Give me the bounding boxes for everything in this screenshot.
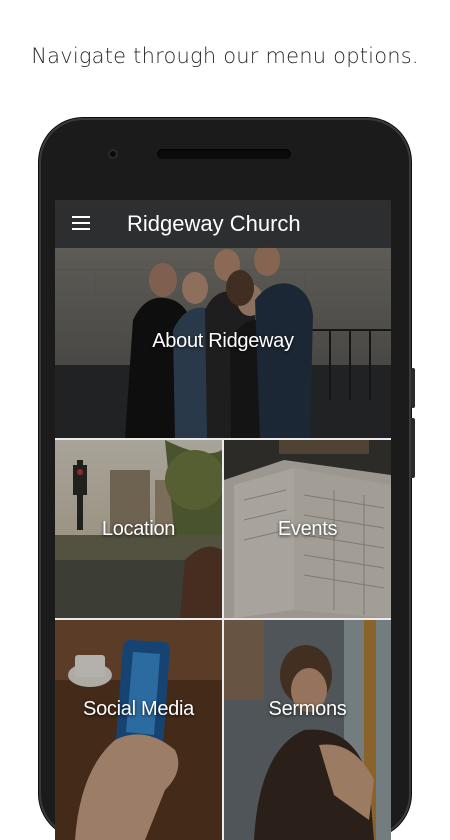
earpiece-speaker — [157, 149, 291, 159]
tile-location[interactable]: Location — [55, 440, 222, 618]
phone-power-button — [411, 418, 415, 478]
app-title: Ridgeway Church — [127, 211, 301, 236]
hamburger-menu-icon[interactable] — [70, 213, 94, 235]
hand-holding-phone-photo — [55, 620, 222, 840]
tile-sermons[interactable]: Sermons — [224, 620, 391, 840]
phone-volume-button — [411, 368, 415, 408]
app-bar: Ridgeway Church — [55, 200, 391, 248]
phone-frame: Ridgeway Church About Ridgeway Location … — [39, 118, 415, 840]
tile-events[interactable]: Events — [224, 440, 391, 618]
tile-social-media[interactable]: Social Media — [55, 620, 222, 840]
app-screen: Ridgeway Church About Ridgeway Location … — [55, 200, 391, 840]
tile-sermons-label: Sermons — [268, 698, 347, 720]
tile-events-label: Events — [277, 518, 338, 540]
promo-caption: Navigate through our menu options. — [31, 44, 419, 68]
tile-social-media-label: Social Media — [83, 698, 194, 720]
tile-location-label: Location — [101, 518, 176, 540]
tile-about-ridgeway-label: About Ridgeway — [152, 330, 294, 352]
front-camera — [108, 149, 118, 159]
woman-reading-photo — [224, 620, 391, 840]
